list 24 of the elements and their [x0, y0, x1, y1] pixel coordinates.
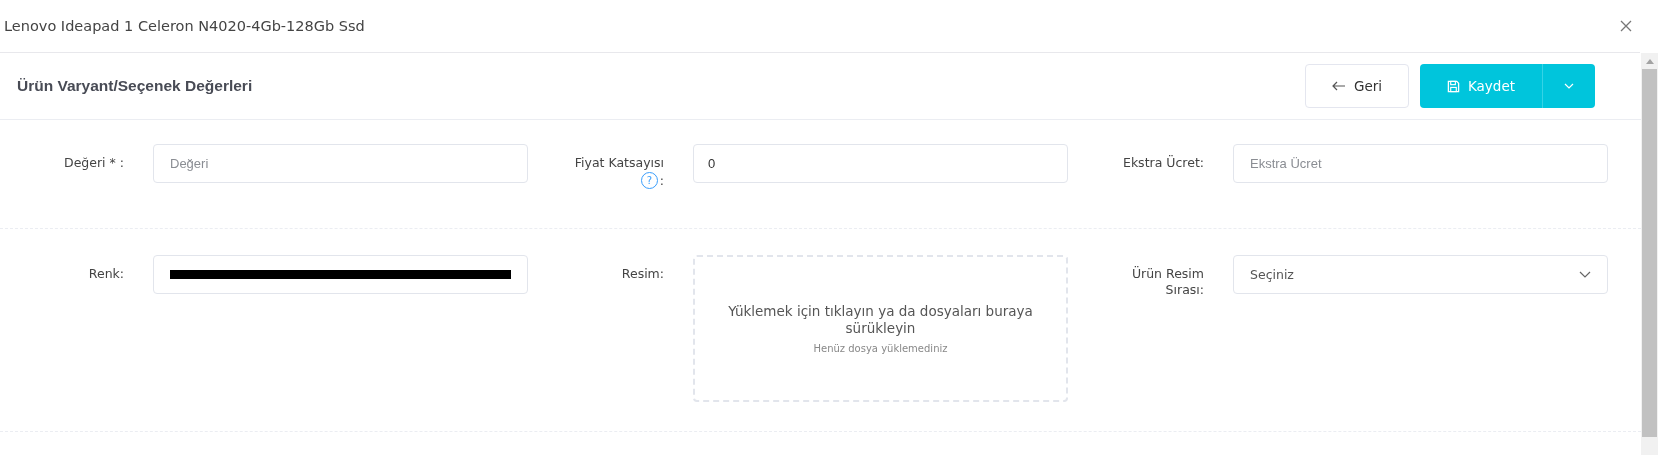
- field-label: Ekstra Ücret:: [1123, 155, 1204, 171]
- chevron-down-icon: [1564, 83, 1574, 89]
- input-field[interactable]: 0: [693, 144, 1068, 183]
- input-field[interactable]: Değeri: [153, 144, 528, 183]
- field-label: Ürün Resim Sırası:: [1130, 266, 1204, 298]
- field-label: Renk:: [88, 266, 124, 282]
- field-label: Fiyat Katsayısı: [574, 155, 664, 171]
- field-label: Resim:: [621, 266, 664, 282]
- chevron-down-icon: [1579, 271, 1591, 278]
- window-title: Lenovo Ideapad 1 Celeron N4020-4Gb-128Gb Ssd: [4, 18, 365, 34]
- color-picker[interactable]: [153, 255, 528, 294]
- section-title: Ürün Varyant/Seçenek Değerleri: [17, 77, 253, 95]
- scroll-up-icon[interactable]: [1645, 59, 1654, 64]
- label-colon: :: [659, 172, 664, 189]
- select-field[interactable]: Seçiniz: [1233, 255, 1608, 294]
- upload-hint: Henüz dosya yüklemediniz: [813, 343, 948, 354]
- input-field[interactable]: Ekstra Ücret: [1233, 144, 1608, 183]
- back-button[interactable]: Geri: [1305, 64, 1409, 108]
- upload-instruction: Yüklemek için tıklayın ya da dosyaları buraya sürükleyin: [727, 303, 1034, 337]
- scrollbar[interactable]: [1641, 53, 1658, 455]
- field-label: Değeri * :: [64, 155, 124, 171]
- arrow-left-icon: [1331, 81, 1346, 91]
- upload-dropzone[interactable]: Yüklemek için tıklayın ya da dosyaları buraya sürükleyin Henüz dosya yüklemediniz: [693, 255, 1068, 402]
- close-icon[interactable]: [1620, 20, 1632, 32]
